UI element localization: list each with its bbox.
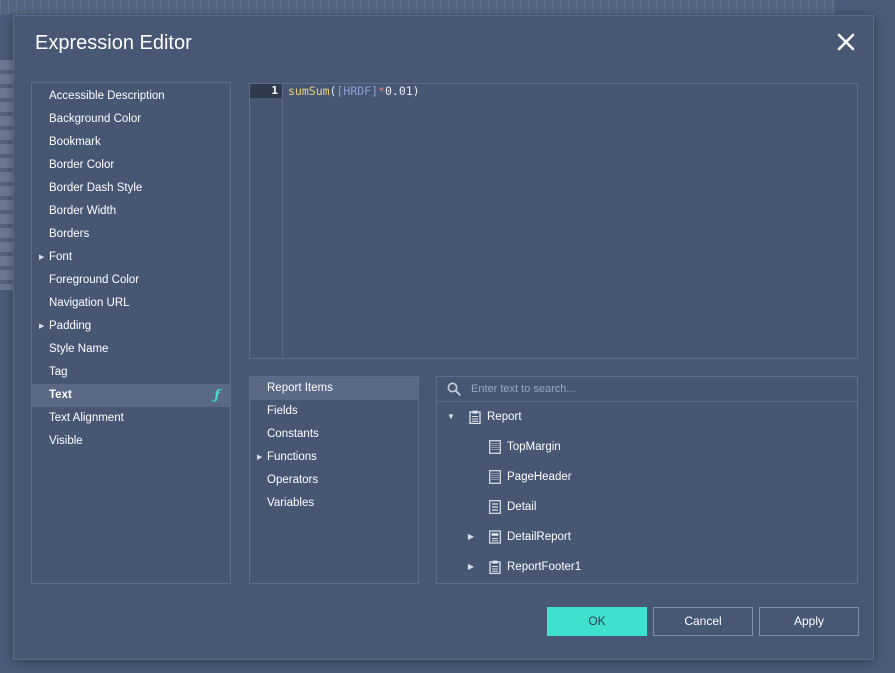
property-item-label: Visible [49, 435, 83, 447]
property-item[interactable]: Border Width [32, 200, 230, 223]
property-item[interactable]: Borders [32, 223, 230, 246]
report-items-tree: ▼ Report TopMargin PageHeader Detail ▶ DetailR… [436, 376, 858, 584]
tree-node[interactable]: ▶ ReportFooter1 [437, 557, 847, 577]
category-item-label: Variables [267, 497, 315, 509]
tree-node[interactable]: TopMargin [437, 437, 847, 457]
category-item[interactable]: Variables [250, 492, 418, 515]
tree-node-label: ReportFooter1 [507, 561, 582, 573]
ok-button[interactable]: OK [547, 607, 647, 636]
category-item-label: Constants [267, 428, 319, 440]
band-icon [489, 440, 501, 454]
close-button[interactable] [834, 30, 858, 54]
property-item-label: Navigation URL [49, 297, 130, 309]
properties-list: Accessible Description Background Color Bo… [31, 82, 231, 584]
tree-node[interactable]: Detail [437, 497, 847, 517]
tree-node-label: Detail [507, 501, 537, 513]
property-item[interactable]: Tag [32, 361, 230, 384]
tree-node[interactable]: ▶ DetailReport [437, 527, 847, 547]
expression-editor-dialog: Expression Editor Accessible Description… [13, 15, 874, 660]
report-icon [489, 560, 501, 575]
code-token: * [378, 84, 385, 98]
property-item[interactable]: Background Color [32, 108, 230, 131]
expand-arrow-icon[interactable]: ▶ [466, 527, 476, 547]
tree-node-label: PageHeader [507, 471, 572, 483]
property-item[interactable]: Visible [32, 430, 230, 453]
tree-node[interactable]: ▼ Report [437, 407, 847, 427]
line-number: 1 [250, 84, 282, 98]
category-item[interactable]: Report Items [250, 377, 418, 400]
property-item-label: Tag [49, 366, 68, 378]
apply-button[interactable]: Apply [759, 607, 859, 636]
code-token: sumSum [288, 84, 330, 98]
tree-node[interactable]: PageHeader [437, 467, 847, 487]
property-item[interactable]: Text ƒ [32, 384, 230, 407]
property-item-label: Bookmark [49, 136, 101, 148]
category-item-label: Fields [267, 405, 298, 417]
property-item-label: Padding [49, 320, 92, 332]
property-item-label: Foreground Color [49, 274, 140, 286]
tree-node-label: TopMargin [507, 441, 561, 453]
expand-arrow-icon[interactable]: ▶ [257, 446, 262, 469]
property-item-label: Font [49, 251, 73, 263]
property-item[interactable]: Foreground Color [32, 269, 230, 292]
tree-search [437, 377, 857, 402]
detail-band-icon [489, 500, 501, 514]
category-item[interactable]: Operators [250, 469, 418, 492]
expand-arrow-icon[interactable]: ▶ [39, 315, 44, 338]
property-item[interactable]: Border Color [32, 154, 230, 177]
report-icon [469, 410, 481, 425]
tree-node-label: Report [487, 411, 522, 423]
designer-toolbox-strip [0, 60, 14, 290]
property-item[interactable]: Border Dash Style [32, 177, 230, 200]
property-item[interactable]: Bookmark [32, 131, 230, 154]
property-item-label: Border Color [49, 159, 115, 171]
property-item[interactable]: Style Name [32, 338, 230, 361]
category-item[interactable]: Fields [250, 400, 418, 423]
property-item-label: Background Color [49, 113, 142, 125]
dialog-title: Expression Editor [35, 32, 192, 54]
category-item[interactable]: ▶ Functions [250, 446, 418, 469]
detail-report-icon [489, 530, 501, 544]
property-item-label: Text [49, 389, 72, 401]
function-icon: ƒ [214, 388, 220, 403]
property-item-label: Style Name [49, 343, 109, 355]
line-gutter: 1 [250, 84, 283, 358]
property-item[interactable]: Navigation URL [32, 292, 230, 315]
category-item-label: Functions [267, 451, 317, 463]
expression-code-editor[interactable]: 1 sumSum([HRDF]*0.01) [249, 83, 858, 359]
property-item[interactable]: ▶ Padding [32, 315, 230, 338]
category-item[interactable]: Constants [250, 423, 418, 446]
property-item-label: Accessible Description [49, 90, 165, 102]
category-item-label: Report Items [267, 382, 333, 394]
property-item[interactable]: Accessible Description [32, 85, 230, 108]
cancel-button[interactable]: Cancel [653, 607, 753, 636]
band-icon [489, 470, 501, 484]
property-item-label: Borders [49, 228, 90, 240]
property-item-label: Border Dash Style [49, 182, 143, 194]
code-token: ) [412, 84, 420, 98]
property-item[interactable]: ▶ Font [32, 246, 230, 269]
close-icon [837, 33, 855, 51]
property-item-label: Text Alignment [49, 412, 124, 424]
designer-ruler [0, 0, 835, 14]
expand-arrow-icon[interactable]: ▶ [466, 557, 476, 577]
code-token: [HRDF] [336, 84, 379, 98]
code-token: 0.01 [384, 84, 413, 98]
property-item-label: Border Width [49, 205, 117, 217]
category-list: Report Items Fields Constants ▶ Functions Ope… [249, 376, 419, 584]
tree-search-input[interactable] [471, 380, 841, 398]
expand-arrow-icon[interactable]: ▶ [39, 246, 44, 269]
tree-node-label: DetailReport [507, 531, 571, 543]
search-icon [447, 382, 461, 396]
code-line[interactable]: sumSum([HRDF]*0.01) [288, 84, 420, 98]
property-item[interactable]: Text Alignment [32, 407, 230, 430]
collapse-arrow-icon[interactable]: ▼ [446, 407, 456, 427]
category-item-label: Operators [267, 474, 319, 486]
